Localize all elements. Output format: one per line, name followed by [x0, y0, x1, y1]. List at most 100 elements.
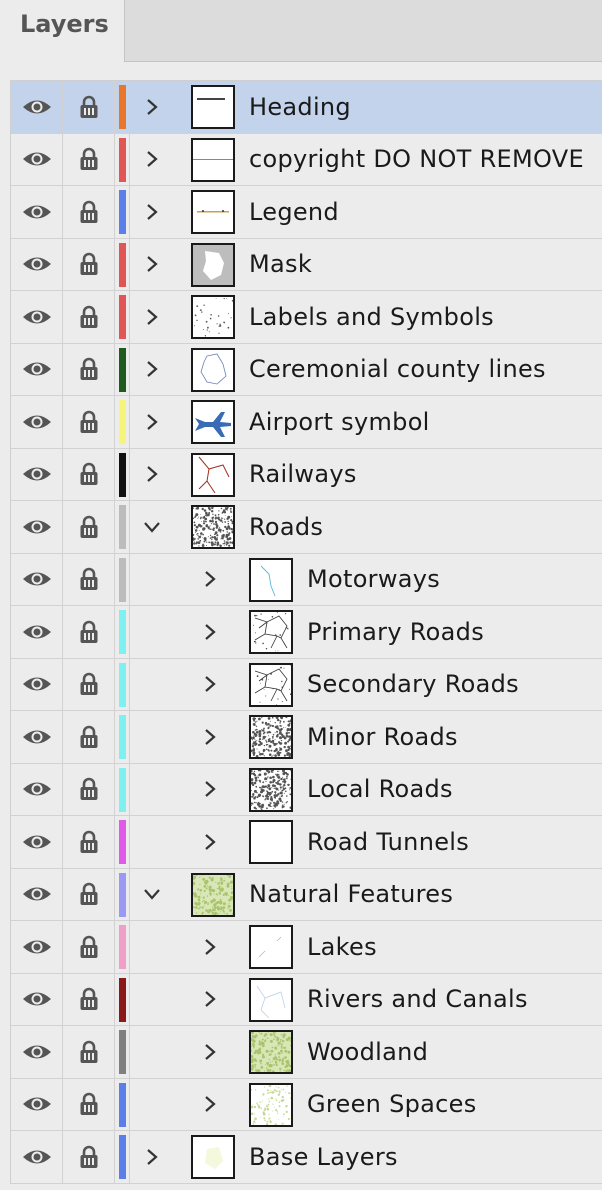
lock-icon[interactable]	[63, 711, 115, 763]
tab-layers[interactable]: Layers	[0, 0, 125, 62]
layer-name[interactable]: Lakes	[307, 921, 377, 973]
layer-name[interactable]: Airport symbol	[249, 396, 430, 448]
visibility-eye-icon[interactable]	[11, 658, 63, 710]
chevron-right-icon[interactable]	[137, 1131, 167, 1183]
chevron-right-icon[interactable]	[195, 974, 225, 1026]
visibility-eye-icon[interactable]	[11, 186, 63, 238]
visibility-eye-icon[interactable]	[11, 81, 63, 133]
visibility-eye-icon[interactable]	[11, 343, 63, 395]
layer-row[interactable]: Railways	[11, 448, 602, 501]
layer-row[interactable]: Natural Features	[11, 868, 602, 921]
visibility-eye-icon[interactable]	[11, 868, 63, 920]
layer-row[interactable]: Labels and Symbols	[11, 291, 602, 344]
visibility-eye-icon[interactable]	[11, 396, 63, 448]
visibility-eye-icon[interactable]	[11, 291, 63, 343]
visibility-eye-icon[interactable]	[11, 1078, 63, 1130]
layer-name[interactable]: Woodland	[307, 1026, 428, 1078]
layer-name[interactable]: Roads	[249, 501, 323, 553]
chevron-right-icon[interactable]	[195, 606, 225, 658]
lock-icon[interactable]	[63, 238, 115, 290]
chevron-right-icon[interactable]	[137, 239, 167, 291]
lock-icon[interactable]	[63, 81, 115, 133]
visibility-eye-icon[interactable]	[11, 763, 63, 815]
chevron-right-icon[interactable]	[195, 659, 225, 711]
visibility-eye-icon[interactable]	[11, 973, 63, 1025]
visibility-eye-icon[interactable]	[11, 816, 63, 868]
chevron-right-icon[interactable]	[137, 291, 167, 343]
layer-name[interactable]: Secondary Roads	[307, 659, 519, 711]
chevron-right-icon[interactable]	[195, 1079, 225, 1131]
layer-row[interactable]: Green Spaces	[11, 1078, 602, 1131]
layer-row[interactable]: Minor Roads	[11, 711, 602, 764]
lock-icon[interactable]	[63, 1026, 115, 1078]
layer-row[interactable]: Mask	[11, 238, 602, 291]
visibility-eye-icon[interactable]	[11, 1131, 63, 1183]
layer-name[interactable]: Base Layers	[249, 1131, 398, 1183]
lock-icon[interactable]	[63, 133, 115, 185]
lock-icon[interactable]	[63, 186, 115, 238]
chevron-right-icon[interactable]	[195, 1026, 225, 1078]
lock-icon[interactable]	[63, 816, 115, 868]
lock-icon[interactable]	[63, 868, 115, 920]
layer-name[interactable]: Legend	[249, 186, 339, 238]
lock-icon[interactable]	[63, 921, 115, 973]
visibility-eye-icon[interactable]	[11, 501, 63, 553]
chevron-right-icon[interactable]	[195, 816, 225, 868]
visibility-eye-icon[interactable]	[11, 921, 63, 973]
layer-name[interactable]: Labels and Symbols	[249, 291, 494, 343]
visibility-eye-icon[interactable]	[11, 711, 63, 763]
chevron-right-icon[interactable]	[137, 81, 167, 133]
layer-row[interactable]: Heading	[11, 81, 602, 134]
layer-name[interactable]: Natural Features	[249, 869, 453, 921]
lock-icon[interactable]	[63, 658, 115, 710]
chevron-right-icon[interactable]	[137, 396, 167, 448]
lock-icon[interactable]	[63, 1078, 115, 1130]
layer-name[interactable]: Rivers and Canals	[307, 974, 528, 1026]
layer-row[interactable]: copyright DO NOT REMOVE	[11, 133, 602, 186]
chevron-right-icon[interactable]	[137, 449, 167, 501]
layer-name[interactable]: copyright DO NOT REMOVE	[249, 134, 584, 186]
chevron-right-icon[interactable]	[137, 344, 167, 396]
chevron-right-icon[interactable]	[195, 921, 225, 973]
layer-name[interactable]: Mask	[249, 239, 312, 291]
lock-icon[interactable]	[63, 973, 115, 1025]
visibility-eye-icon[interactable]	[11, 133, 63, 185]
visibility-eye-icon[interactable]	[11, 606, 63, 658]
lock-icon[interactable]	[63, 291, 115, 343]
chevron-right-icon[interactable]	[195, 711, 225, 763]
layer-name[interactable]: Ceremonial county lines	[249, 344, 546, 396]
layer-name[interactable]: Heading	[249, 81, 351, 133]
chevron-down-icon[interactable]	[137, 869, 167, 921]
layer-name[interactable]: Minor Roads	[307, 711, 458, 763]
chevron-down-icon[interactable]	[137, 501, 167, 553]
lock-icon[interactable]	[63, 606, 115, 658]
layer-row[interactable]: Base Layers	[11, 1131, 602, 1184]
layer-row[interactable]: Motorways	[11, 553, 602, 606]
lock-icon[interactable]	[63, 763, 115, 815]
layer-name[interactable]: Railways	[249, 449, 357, 501]
layer-row[interactable]: Legend	[11, 186, 602, 239]
layer-name[interactable]: Local Roads	[307, 764, 453, 816]
visibility-eye-icon[interactable]	[11, 238, 63, 290]
chevron-right-icon[interactable]	[195, 764, 225, 816]
layer-row[interactable]: Local Roads	[11, 763, 602, 816]
layer-row[interactable]: Primary Roads	[11, 606, 602, 659]
visibility-eye-icon[interactable]	[11, 448, 63, 500]
visibility-eye-icon[interactable]	[11, 1026, 63, 1078]
lock-icon[interactable]	[63, 396, 115, 448]
layer-row[interactable]: Roads	[11, 501, 602, 554]
lock-icon[interactable]	[63, 1131, 115, 1183]
layer-row[interactable]: Woodland	[11, 1026, 602, 1079]
layer-name[interactable]: Green Spaces	[307, 1079, 477, 1131]
layer-name[interactable]: Motorways	[307, 554, 440, 606]
chevron-right-icon[interactable]	[137, 134, 167, 186]
lock-icon[interactable]	[63, 553, 115, 605]
visibility-eye-icon[interactable]	[11, 553, 63, 605]
lock-icon[interactable]	[63, 501, 115, 553]
lock-icon[interactable]	[63, 343, 115, 395]
layer-row[interactable]: Road Tunnels	[11, 816, 602, 869]
layer-row[interactable]: Lakes	[11, 921, 602, 974]
layer-row[interactable]: Rivers and Canals	[11, 973, 602, 1026]
lock-icon[interactable]	[63, 448, 115, 500]
layer-row[interactable]: Secondary Roads	[11, 658, 602, 711]
